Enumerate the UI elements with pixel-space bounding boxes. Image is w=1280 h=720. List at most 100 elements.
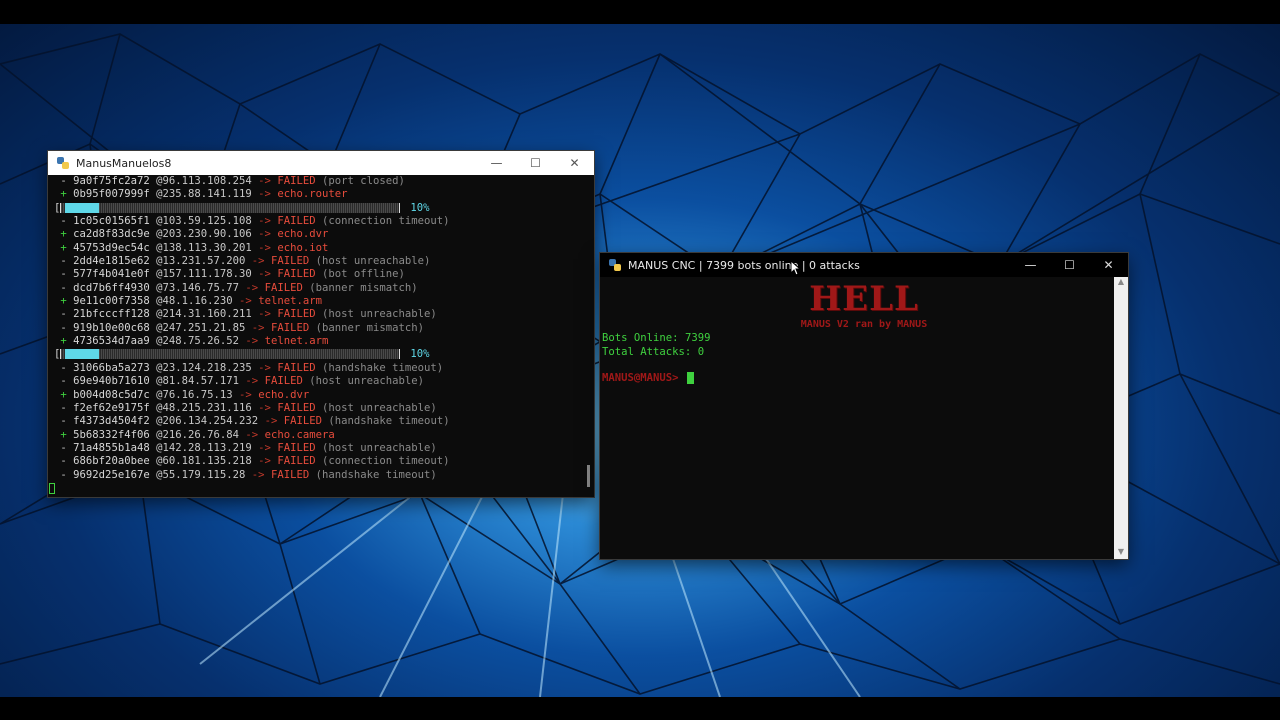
python-icon	[56, 156, 70, 170]
bot-id: ca2d8f83dc9e	[73, 228, 150, 241]
maximize-button[interactable]: ☐	[1050, 253, 1089, 277]
minimize-button[interactable]: —	[477, 151, 516, 175]
bots-online-line: Bots Online: 7399	[602, 332, 710, 344]
bot-id: b004d08c5d7c	[73, 388, 150, 401]
arrow: ->	[245, 281, 259, 294]
status: echo.dvr	[258, 388, 310, 401]
arrow: ->	[258, 441, 271, 454]
bot-id: 69e940b71610	[73, 375, 150, 388]
ip-address: @96.113.108.254	[156, 175, 252, 187]
ip-address: @73.146.75.77	[156, 281, 240, 294]
bot-id: 686bf20a0bee	[73, 455, 150, 468]
arrow: ->	[239, 388, 252, 401]
progress-bar	[60, 202, 401, 213]
status: echo.camera	[264, 428, 335, 441]
status: FAILED	[264, 375, 303, 388]
progress-percent: 10%	[410, 201, 430, 214]
prompt-text: MANUS@MANUS>	[602, 372, 679, 384]
bot-id: 21bfcccff128	[73, 308, 150, 321]
reason: (connection timeout)	[322, 455, 450, 468]
scroll-up-arrow[interactable]: ▲	[1114, 277, 1128, 289]
log-line: - 69e940b71610 @81.84.57.171 -> FAILED (…	[54, 375, 450, 388]
bot-id: 5b68332f4f06	[73, 428, 150, 441]
cnc-titlebar[interactable]: MANUS CNC | 7399 bots online | 0 attacks…	[600, 253, 1128, 277]
line-symbol: -	[60, 468, 67, 481]
python-icon	[608, 258, 622, 272]
log-line: - f4373d4504f2 @206.134.254.232 -> FAILE…	[54, 415, 449, 428]
ip-address: @247.251.21.85	[156, 321, 246, 334]
reason: (host unreachable)	[322, 308, 437, 321]
scrollbar[interactable]: ▲ ▼	[1114, 277, 1128, 559]
log-line: - 919b10e00c68 @247.251.21.85 -> FAILED …	[54, 322, 450, 335]
arrow: ->	[258, 215, 271, 228]
line-symbol: +	[60, 188, 67, 201]
cnc-window[interactable]: MANUS CNC | 7399 bots online | 0 attacks…	[600, 253, 1128, 559]
ip-address: @13.231.57.200	[156, 255, 246, 268]
scanner-window[interactable]: ManusManuelos8 — ☐ ✕ - 9a0f75fc2a72 @96.…	[48, 151, 594, 497]
reason: (banner mismatch)	[309, 281, 418, 294]
ip-address: @206.134.254.232	[156, 415, 259, 428]
bot-id: 9692d25e167e	[73, 468, 150, 481]
scroll-down-arrow[interactable]: ▼	[1114, 547, 1128, 559]
command-prompt[interactable]: MANUS@MANUS>	[602, 372, 694, 384]
maximize-icon: ☐	[1064, 258, 1075, 272]
log-line: - 21bfcccff128 @214.31.160.211 -> FAILED…	[54, 308, 450, 321]
reason: (host unreachable)	[309, 375, 425, 388]
line-symbol: -	[60, 175, 67, 187]
minimize-icon: —	[490, 156, 503, 170]
line-symbol: -	[60, 281, 67, 294]
reason: (host unreachable)	[322, 401, 437, 414]
log-line: - 686bf20a0bee @60.181.135.218 -> FAILED…	[54, 455, 450, 468]
ip-address: @138.113.30.201	[156, 241, 252, 254]
line-symbol: -	[60, 255, 67, 268]
arrow: ->	[245, 335, 259, 348]
bot-id: 919b10e00c68	[73, 321, 150, 334]
line-symbol: +	[60, 428, 67, 441]
arrow: ->	[258, 188, 271, 201]
scanner-terminal[interactable]: - 9a0f75fc2a72 @96.113.108.254 -> FAILED…	[48, 175, 594, 497]
status: FAILED	[277, 175, 316, 187]
arrow: ->	[258, 175, 271, 187]
scroll-thumb[interactable]	[587, 465, 590, 487]
log-line: - dcd7b6ff4930 @73.146.75.77 -> FAILED (…	[54, 282, 450, 295]
arrow: ->	[258, 401, 271, 414]
log-line: - 577f4b041e0f @157.111.178.30 -> FAILED…	[54, 268, 450, 281]
minimize-button[interactable]: —	[1011, 253, 1050, 277]
ip-address: @55.179.115.28	[156, 468, 246, 481]
line-symbol: -	[60, 215, 67, 228]
scanner-titlebar[interactable]: ManusManuelos8 — ☐ ✕	[48, 151, 594, 175]
bot-id: 577f4b041e0f	[73, 268, 150, 281]
bot-id: 71a4855b1a48	[73, 441, 150, 454]
bot-id: 0b95f007999f	[73, 188, 150, 201]
log-line: - 71a4855b1a48 @142.28.113.219 -> FAILED…	[54, 442, 450, 455]
close-button[interactable]: ✕	[555, 151, 594, 175]
status: FAILED	[283, 415, 322, 428]
ip-address: @203.230.90.106	[156, 228, 252, 241]
arrow: ->	[239, 295, 252, 308]
total-attacks-value: 0	[697, 346, 705, 358]
reason: (host unreachable)	[315, 255, 431, 268]
mouse-pointer-icon	[790, 260, 802, 276]
line-symbol: -	[60, 268, 67, 281]
banner-title: HELL	[809, 279, 919, 319]
arrow: ->	[264, 415, 278, 428]
ip-address: @142.28.113.219	[156, 441, 252, 454]
maximize-button[interactable]: ☐	[516, 151, 555, 175]
close-icon: ✕	[1103, 258, 1114, 272]
status: FAILED	[270, 255, 310, 268]
arrow: ->	[251, 255, 265, 268]
status: echo.dvr	[277, 228, 329, 241]
bot-id: 9e11c00f7358	[73, 295, 150, 308]
line-symbol: -	[60, 401, 67, 414]
status: FAILED	[277, 215, 316, 228]
line-symbol: -	[60, 441, 67, 454]
log-line: - 9a0f75fc2a72 @96.113.108.254 -> FAILED…	[54, 175, 450, 188]
log-line: - 1c05c01565f1 @103.59.125.108 -> FAILED…	[54, 215, 450, 228]
scrollbar[interactable]	[580, 175, 594, 497]
close-button[interactable]: ✕	[1089, 253, 1128, 277]
progress-percent: 10%	[410, 348, 430, 361]
cnc-terminal[interactable]: HELL MANUS V2 ran by MANUS Bots Online: …	[600, 277, 1128, 559]
maximize-icon: ☐	[530, 156, 541, 170]
status: telnet.arm	[264, 335, 329, 348]
bots-online-label: Bots Online:	[602, 332, 679, 344]
